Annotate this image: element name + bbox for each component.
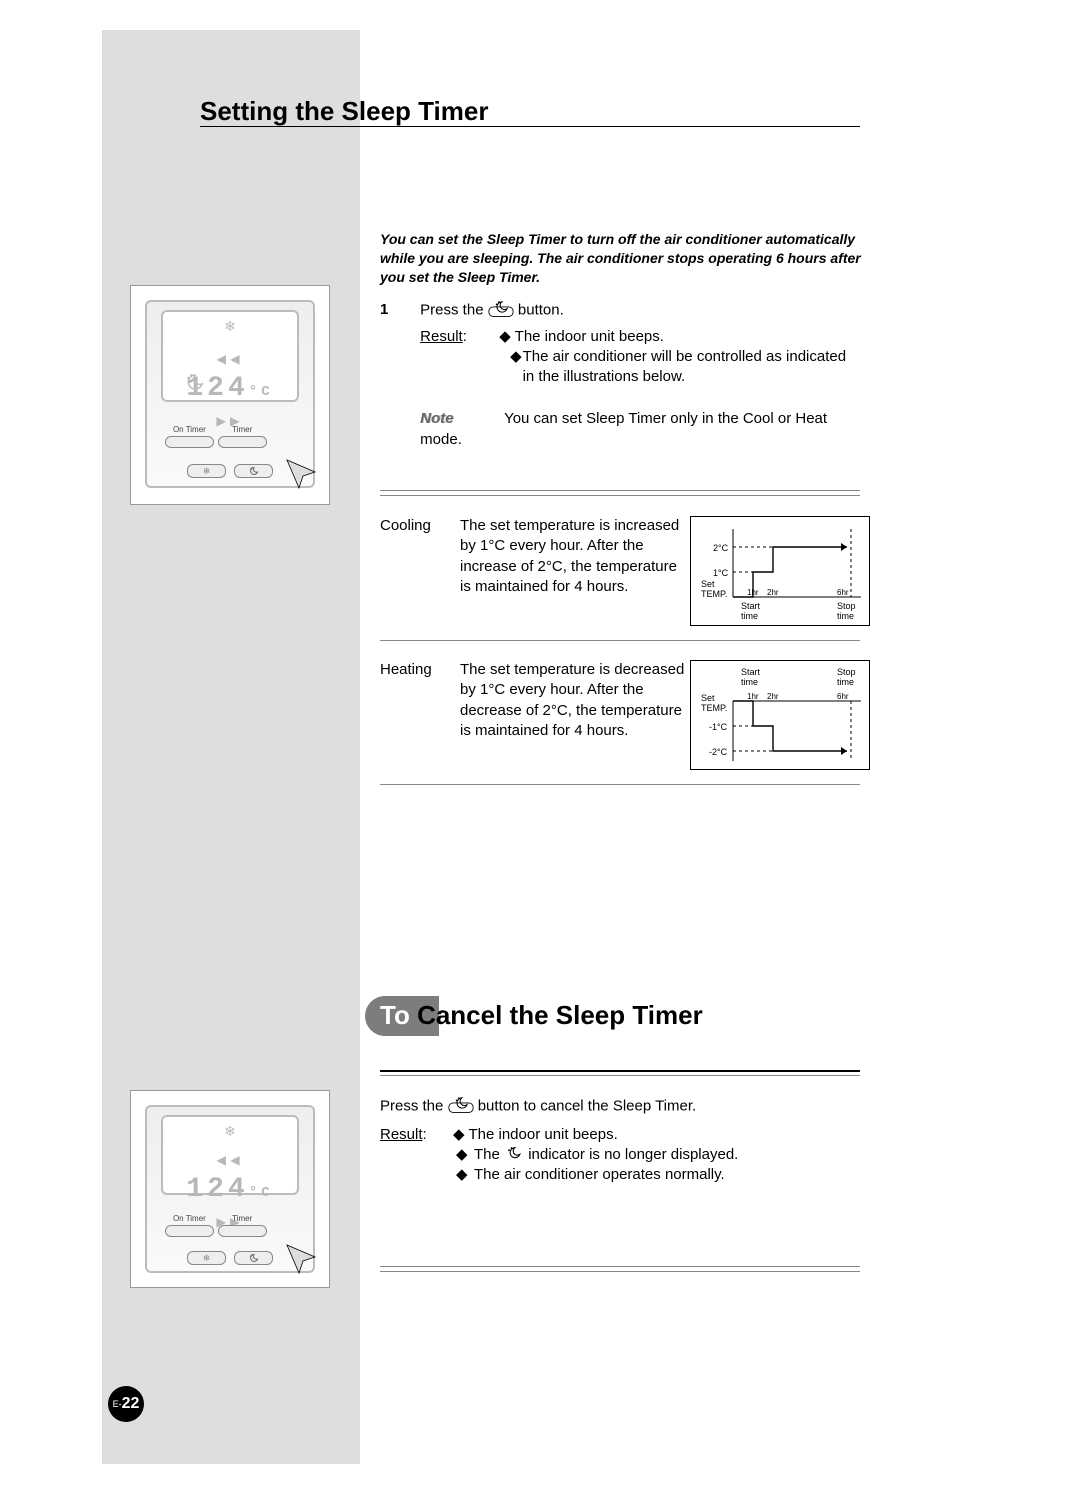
sleep-button[interactable] [234,464,273,478]
remote-illustration-2: ❄ ◀◀ 124°C ▶▶ On Timer Timer ❄ [130,1090,330,1288]
svg-text:-2°C: -2°C [709,747,728,757]
remote-button-row: On Timer Timer [165,425,295,448]
cancel-bullet-2a: The [474,1146,500,1163]
remote-lcd-2: ❄ ◀◀ 124°C ▶▶ [161,1115,299,1195]
turbo-button[interactable]: ❄ [187,1251,226,1265]
temp-unit: °C [249,384,274,400]
page-number-badge: E-22 [108,1386,144,1422]
sleep-button-icon [448,1096,474,1114]
step1-press-b: button. [518,301,564,318]
cancel-bullet-3: The air conditioner operates normally. [474,1165,725,1185]
result-label: Result [420,328,463,345]
svg-text:1°C: 1°C [713,568,729,578]
turbo-icon: ❄ [203,1253,211,1264]
cancel-bullet-1: The indoor unit beeps. [468,1126,617,1143]
svg-text:TEMP.: TEMP. [701,589,727,599]
divider [380,1271,860,1272]
step-1: 1 Press the button. Result: ◆ The indoor… [380,300,870,450]
cooling-chart: Set TEMP. 2°C 1°C 1hr 2hr 6hr Start time… [690,516,870,626]
svg-text:2°C: 2°C [713,543,729,553]
cancel-press-b: button to cancel the Sleep Timer. [478,1097,696,1114]
cooling-row: Cooling The set temperature is increased… [380,516,870,626]
svg-text:1hr: 1hr [747,692,759,701]
sleep-indicator-icon [183,372,207,392]
title2-rule [380,1070,860,1076]
sleep-button[interactable] [234,1251,273,1265]
divider [380,495,860,496]
heating-desc: The set temperature is decreased by 1°C … [460,660,690,770]
timer-button[interactable] [218,436,267,448]
turbo-icon: ❄ [203,466,211,477]
left-arrow-icon: ◀◀ [216,351,243,369]
svg-text:Set: Set [701,693,715,703]
sleep-indicator-inline-icon [504,1146,524,1160]
moon-icon [247,1253,261,1263]
cancel-step: Press the button to cancel the Sleep Tim… [380,1096,870,1185]
remote-illustration-1: ❄ ◀◀ 124°C ▶▶ On Timer Timer ❄ [130,285,330,505]
svg-text:Stop: Stop [837,667,856,677]
step1-press-a: Press the [420,301,483,318]
cancel-press-a: Press the [380,1097,443,1114]
snowflake-icon: ❄ [224,318,236,334]
step1-bullet-2: The air conditioner will be controlled a… [523,347,861,388]
timer-label: Timer [218,425,267,434]
divider [380,784,860,785]
moon-icon [247,466,261,476]
section-title-setting: Setting the Sleep Timer [200,96,488,127]
svg-text:2hr: 2hr [767,588,779,597]
ylabel-set: Set [701,579,715,589]
note-label: Note [420,409,500,429]
svg-text:Start: Start [741,601,761,611]
divider [380,640,860,641]
svg-text:6hr: 6hr [837,692,849,701]
svg-text:Start: Start [741,667,761,677]
cancel-bullet-2b: indicator is no longer displayed. [528,1146,738,1163]
left-arrow-icon: ◀◀ [216,1152,243,1170]
svg-text:time: time [837,677,854,687]
section-title-cancel: To Cancel the Sleep Timer [380,1000,703,1031]
svg-text:1hr: 1hr [747,588,759,597]
remote-lcd: ❄ ◀◀ 124°C ▶▶ [161,310,299,402]
svg-text:6hr: 6hr [837,588,849,597]
cursor-arrow-icon [285,458,319,492]
turbo-button[interactable]: ❄ [187,464,226,478]
on-timer-button[interactable] [165,436,214,448]
svg-text:time: time [741,677,758,687]
heating-row: Heating The set temperature is decreased… [380,660,870,770]
svg-text:time: time [837,611,854,621]
svg-text:time: time [741,611,758,621]
divider [380,1266,860,1267]
cursor-arrow-icon [285,1243,319,1277]
cooling-desc: The set temperature is increased by 1°C … [460,516,690,626]
divider [380,490,860,491]
title-rule [200,126,860,127]
cooling-label: Cooling [380,516,460,626]
svg-text:-1°C: -1°C [709,722,728,732]
intro-text: You can set the Sleep Timer to turn off … [380,230,870,287]
sleep-button-icon [488,300,514,318]
svg-text:TEMP.: TEMP. [701,703,727,713]
heating-label: Heating [380,660,460,770]
svg-text:2hr: 2hr [767,692,779,701]
manual-page: Setting the Sleep Timer You can set the … [0,0,1080,1494]
heating-chart: Start time Stop time 1hr 2hr 6hr Set TEM… [690,660,870,770]
step1-bullet-1: The indoor unit beeps. [515,328,664,345]
on-timer-button[interactable] [165,1225,214,1237]
step-number: 1 [380,300,416,320]
timer-button[interactable] [218,1225,267,1237]
display-temp-2: 124 [186,1174,248,1205]
svg-text:Stop: Stop [837,601,856,611]
snowflake-icon: ❄ [224,1123,236,1139]
on-timer-label: On Timer [165,425,214,434]
result-label-2: Result [380,1126,423,1143]
